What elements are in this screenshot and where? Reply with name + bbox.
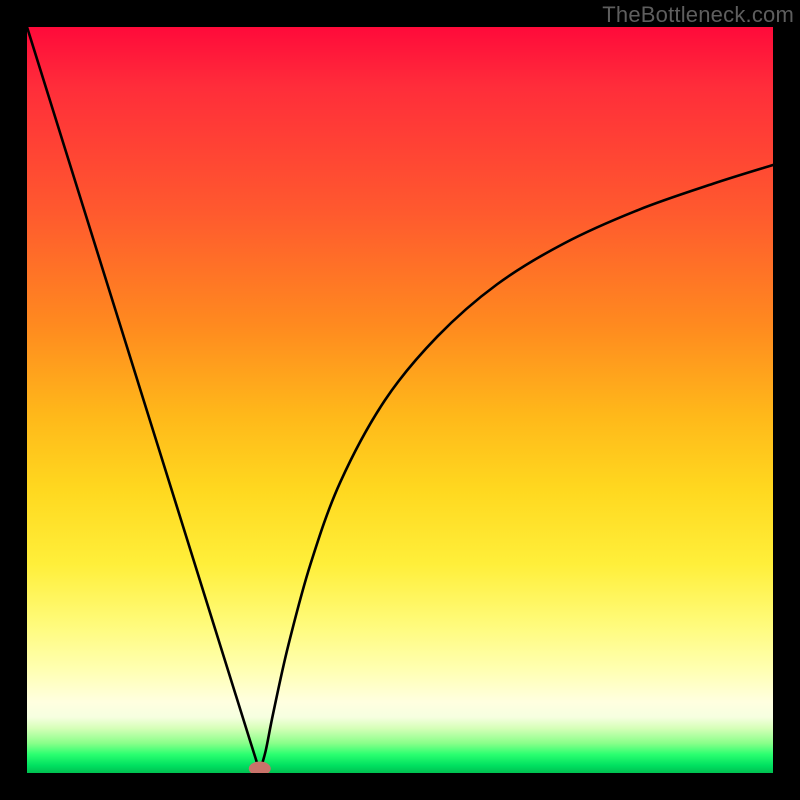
curve-right [259,165,773,773]
branding-watermark: TheBottleneck.com [602,2,794,28]
curve-layer [27,27,773,773]
chart-frame: TheBottleneck.com [0,0,800,800]
curve-left [27,27,260,773]
min-marker [249,762,271,773]
plot-area [27,27,773,773]
